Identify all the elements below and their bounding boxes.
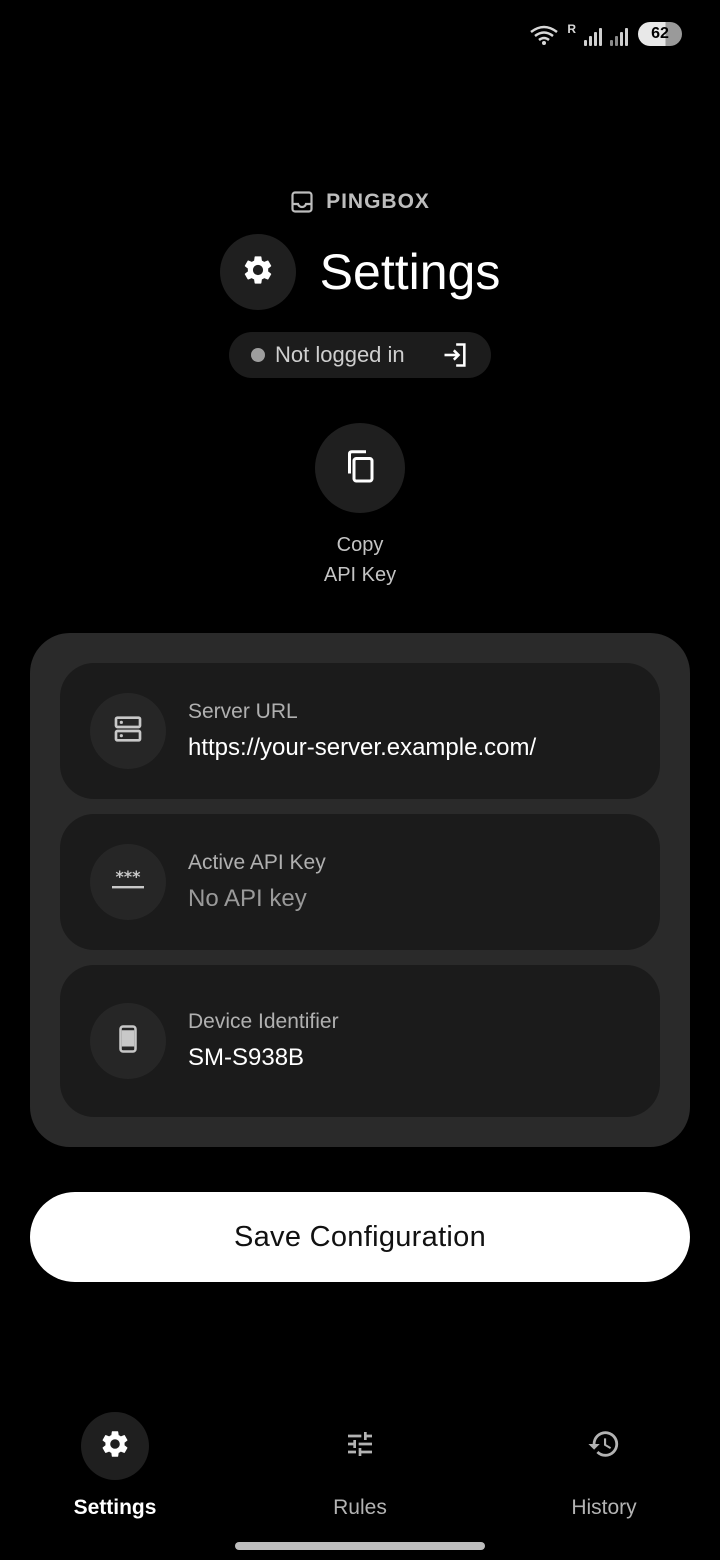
signal-strength-icon-2 bbox=[610, 26, 628, 46]
copy-label-line1: Copy bbox=[336, 534, 384, 556]
copy-api-key-button[interactable] bbox=[315, 423, 405, 513]
api-key-row[interactable]: *** Active API Key No API key bbox=[60, 814, 660, 950]
settings-screen: R 62 PINGBOX Settings Not logged in Copy… bbox=[0, 0, 720, 1560]
login-status-dot bbox=[251, 348, 265, 362]
nav-rules-label: Rules bbox=[333, 1496, 387, 1519]
gear-icon bbox=[99, 1428, 131, 1465]
history-icon bbox=[587, 1427, 621, 1466]
device-identifier-text: Device Identifier SM-S938B bbox=[188, 1010, 339, 1072]
signal-strength-icon-1 bbox=[584, 26, 602, 46]
password-icon: *** bbox=[110, 867, 146, 897]
network-type-label: R bbox=[567, 22, 576, 36]
nav-settings-label: Settings bbox=[73, 1496, 157, 1519]
status-icons: R bbox=[529, 22, 628, 46]
copy-label-line2: API Key bbox=[323, 564, 397, 586]
copy-api-key-label: Copy API Key bbox=[0, 530, 720, 590]
nav-item-history[interactable]: History bbox=[524, 1412, 684, 1520]
settings-card: Server URL https://your-server.example.c… bbox=[30, 633, 690, 1147]
page-title: Settings bbox=[319, 244, 501, 300]
server-url-text: Server URL https://your-server.example.c… bbox=[188, 700, 536, 762]
api-key-value: No API key bbox=[188, 885, 307, 912]
svg-text:***: *** bbox=[115, 868, 141, 886]
device-identifier-label: Device Identifier bbox=[188, 1010, 339, 1033]
nav-item-settings[interactable]: Settings bbox=[35, 1412, 195, 1520]
page-header: Settings bbox=[0, 234, 720, 310]
device-identifier-value: SM-S938B bbox=[188, 1044, 305, 1071]
nav-rules-icon-wrap bbox=[326, 1412, 394, 1480]
nav-history-label: History bbox=[571, 1496, 637, 1519]
gear-icon bbox=[241, 253, 275, 292]
save-configuration-label: Save Configuration bbox=[233, 1220, 487, 1253]
home-indicator[interactable] bbox=[235, 1542, 485, 1550]
tune-icon bbox=[344, 1428, 376, 1465]
api-key-text: Active API Key No API key bbox=[188, 851, 326, 913]
password-icon-badge: *** bbox=[90, 844, 166, 920]
server-url-label: Server URL bbox=[188, 700, 298, 723]
server-url-value: https://your-server.example.com/ bbox=[188, 734, 537, 761]
login-status-text: Not logged in bbox=[275, 342, 405, 367]
brand-name: PINGBOX bbox=[326, 190, 430, 213]
copy-icon bbox=[342, 448, 378, 489]
api-key-label: Active API Key bbox=[188, 851, 326, 874]
battery-level: 62 bbox=[651, 25, 669, 42]
app-brand: PINGBOX bbox=[0, 190, 720, 214]
server-url-row[interactable]: Server URL https://your-server.example.c… bbox=[60, 663, 660, 799]
nav-item-rules[interactable]: Rules bbox=[280, 1412, 440, 1520]
header-icon-badge bbox=[219, 234, 296, 310]
nav-settings-icon-wrap bbox=[81, 1412, 149, 1480]
login-status-button[interactable]: Not logged in bbox=[229, 332, 491, 378]
smartphone-icon bbox=[113, 1022, 143, 1061]
inbox-icon bbox=[290, 190, 314, 214]
battery-indicator: 62 bbox=[638, 22, 682, 46]
login-icon bbox=[441, 341, 469, 369]
status-bar: R 62 bbox=[529, 18, 682, 50]
wifi-icon bbox=[529, 24, 559, 46]
nav-history-icon-wrap bbox=[570, 1412, 638, 1480]
bottom-navigation: Settings Rules History bbox=[0, 1412, 720, 1532]
smartphone-icon-badge bbox=[90, 1003, 166, 1079]
save-configuration-button[interactable]: Save Configuration bbox=[30, 1192, 690, 1282]
device-identifier-row[interactable]: Device Identifier SM-S938B bbox=[60, 965, 660, 1117]
server-icon bbox=[112, 713, 144, 750]
server-icon-badge bbox=[90, 693, 166, 769]
